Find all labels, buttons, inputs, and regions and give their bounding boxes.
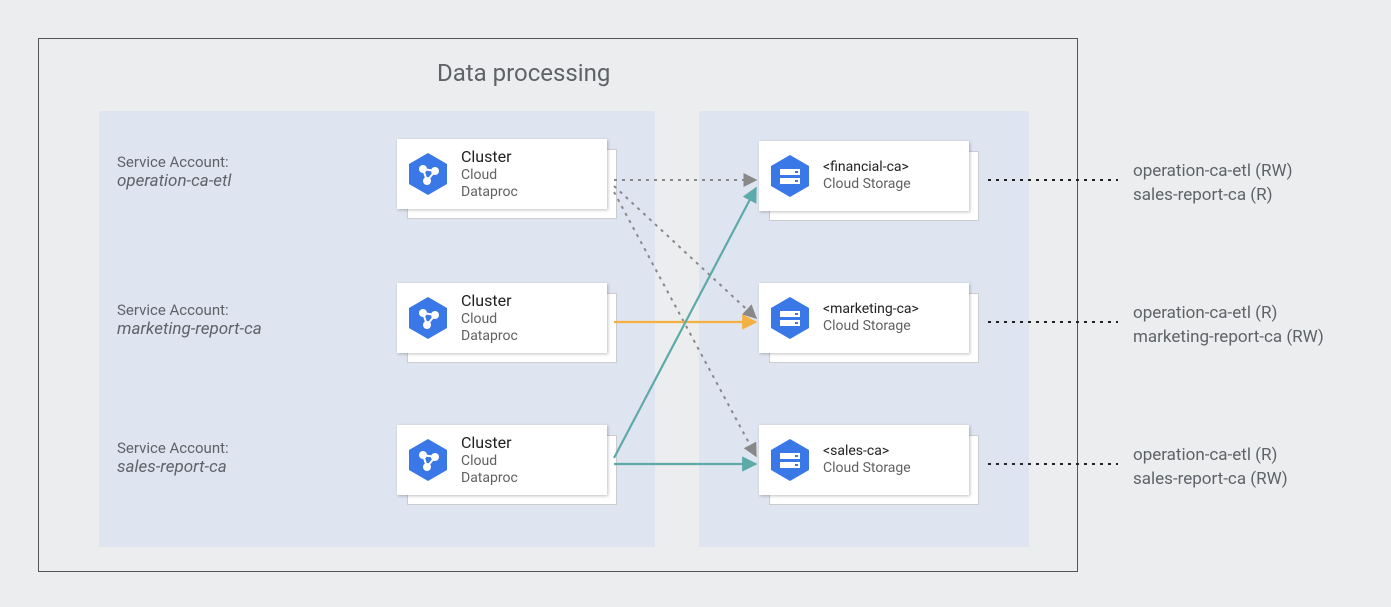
card-title: Cluster: [461, 291, 518, 311]
bucket-name: <financial-ca>: [823, 159, 911, 177]
dataproc-icon: [405, 437, 451, 483]
bucket-name: <sales-ca>: [823, 443, 911, 461]
bucket-sub: Cloud Storage: [823, 318, 919, 336]
diagram-title: Data processing: [437, 59, 610, 87]
sa-name-operation: operation-ca-etl: [117, 171, 231, 191]
sa-block-1: Service Account: marketing-report-ca: [117, 301, 262, 339]
dataproc-icon: [405, 295, 451, 341]
storage-icon: [767, 295, 813, 341]
clusters-panel: Service Account: operation-ca-etl Servic…: [99, 111, 655, 547]
storage-icon: [767, 437, 813, 483]
sa-label: Service Account:: [117, 301, 262, 319]
perm-line: operation-ca-etl (RW): [1133, 160, 1293, 184]
perm-block-2: operation-ca-etl (R) sales-report-ca (RW…: [1133, 444, 1288, 492]
bucket-name: <marketing-ca>: [823, 301, 919, 319]
perm-line: operation-ca-etl (R): [1133, 444, 1288, 468]
perm-line: sales-report-ca (R): [1133, 184, 1293, 208]
card-title: Cluster: [461, 433, 518, 453]
bucket-sub: Cloud Storage: [823, 176, 911, 194]
perm-block-1: operation-ca-etl (R) marketing-report-ca…: [1133, 302, 1324, 350]
card-sub: Cloud: [461, 167, 518, 185]
card-sub: Dataproc: [461, 470, 518, 488]
card-sub: Cloud: [461, 311, 518, 329]
dataproc-icon: [405, 151, 451, 197]
perm-line: operation-ca-etl (R): [1133, 302, 1324, 326]
sa-block-0: Service Account: operation-ca-etl: [117, 153, 231, 191]
perm-line: sales-report-ca (RW): [1133, 468, 1288, 492]
storage-icon: [767, 153, 813, 199]
bucket-sub: Cloud Storage: [823, 460, 911, 478]
sa-label: Service Account:: [117, 153, 231, 171]
card-sub: Dataproc: [461, 184, 518, 202]
perm-block-0: operation-ca-etl (RW) sales-report-ca (R…: [1133, 160, 1293, 208]
outer-frame: Data processing Service Account: operati…: [38, 38, 1078, 572]
sa-block-2: Service Account: sales-report-ca: [117, 439, 229, 477]
card-title: Cluster: [461, 147, 518, 167]
perm-line: marketing-report-ca (RW): [1133, 326, 1324, 350]
card-sub: Dataproc: [461, 328, 518, 346]
sa-name-marketing: marketing-report-ca: [117, 319, 262, 339]
sa-label: Service Account:: [117, 439, 229, 457]
storage-panel: <financial-ca> Cloud Storage <marketing-…: [699, 111, 1029, 547]
card-sub: Cloud: [461, 453, 518, 471]
sa-name-sales: sales-report-ca: [117, 457, 229, 477]
